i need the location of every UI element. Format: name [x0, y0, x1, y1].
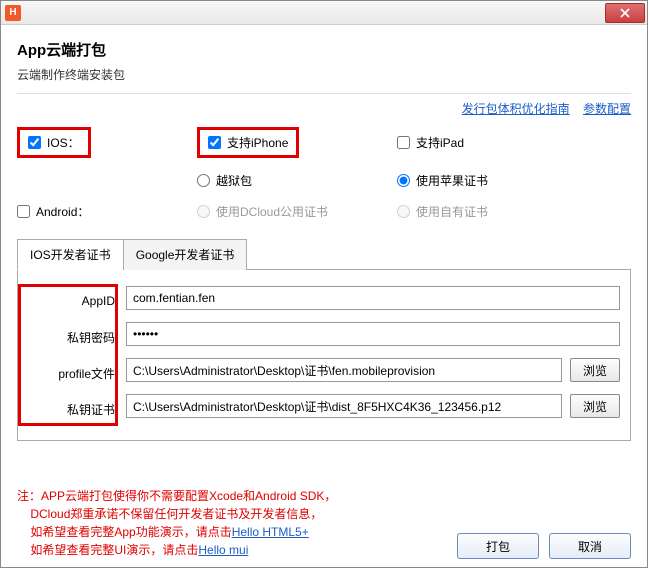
note-line4a: 如希望查看完整UI演示，请点击 [30, 543, 198, 557]
tab-ios-cert[interactable]: IOS开发者证书 [17, 239, 124, 270]
link-hello-html5[interactable]: Hello HTML5+ [232, 525, 309, 539]
note-prefix: 注： [17, 489, 41, 503]
android-checkbox[interactable] [17, 205, 30, 218]
link-hello-mui[interactable]: Hello mui [198, 543, 248, 557]
page-subtitle: 云端制作终端安装包 [17, 66, 631, 83]
cert-browse-button[interactable]: 浏览 [570, 394, 620, 418]
ios-label: IOS： [47, 134, 80, 151]
note-line3a: 如希望查看完整App功能演示，请点击 [30, 525, 231, 539]
note-line1: APP云端打包使得你不需要配置Xcode和Android SDK， [41, 489, 336, 503]
ios-checkbox[interactable] [28, 136, 41, 149]
titlebar: H [1, 1, 647, 25]
android-label: Android： [36, 203, 89, 220]
apple-cert-label: 使用苹果证书 [416, 172, 488, 189]
close-button[interactable] [605, 3, 645, 23]
iphone-checkbox-highlight: 支持iPhone [197, 127, 299, 158]
appid-label: AppID [82, 294, 115, 308]
jailbreak-radio[interactable] [197, 174, 210, 187]
support-ipad-label: 支持iPad [416, 134, 464, 151]
appid-input[interactable] [126, 286, 620, 310]
app-icon: H [5, 5, 21, 21]
cert-label: 私钥证书 [67, 401, 115, 418]
profile-browse-button[interactable]: 浏览 [570, 358, 620, 382]
cancel-button[interactable]: 取消 [549, 533, 631, 559]
dcloud-cert-radio [197, 205, 210, 218]
link-size-guide[interactable]: 发行包体积优化指南 [462, 102, 570, 116]
ios-checkbox-highlight: IOS： [17, 127, 91, 158]
tab-google-cert[interactable]: Google开发者证书 [123, 239, 248, 270]
pwd-input[interactable] [126, 322, 620, 346]
support-iphone-checkbox[interactable] [208, 136, 221, 149]
link-param-config[interactable]: 参数配置 [583, 102, 631, 116]
own-cert-radio [397, 205, 410, 218]
top-links: 发行包体积优化指南 参数配置 [17, 100, 631, 117]
divider [17, 93, 631, 94]
support-ipad-checkbox[interactable] [397, 136, 410, 149]
tab-panel-ios: AppID 私钥密码 profile文件 私钥证书 浏览 [17, 270, 631, 441]
options-grid: IOS： 支持iPhone 支持iPad 越狱包 使用苹果证书 [17, 127, 631, 220]
cert-input[interactable] [126, 394, 562, 418]
footer-note: 注：APP云端打包使得你不需要配置Xcode和Android SDK， DClo… [17, 487, 336, 559]
page-title: App云端打包 [17, 39, 631, 60]
tabs: IOS开发者证书 Google开发者证书 [17, 238, 631, 270]
note-line2: DCloud郑重承诺不保留任何开发者证书及开发者信息， [30, 507, 322, 521]
profile-input[interactable] [126, 358, 562, 382]
form-labels-highlight: AppID 私钥密码 profile文件 私钥证书 [18, 284, 118, 426]
jailbreak-label: 越狱包 [216, 172, 252, 189]
dcloud-cert-label: 使用DCloud公用证书 [216, 203, 328, 220]
pack-button[interactable]: 打包 [457, 533, 539, 559]
close-icon [620, 8, 630, 18]
pwd-label: 私钥密码 [67, 329, 115, 346]
footer: 注：APP云端打包使得你不需要配置Xcode和Android SDK， DClo… [1, 487, 647, 559]
own-cert-label: 使用自有证书 [416, 203, 488, 220]
apple-cert-radio[interactable] [397, 174, 410, 187]
profile-label: profile文件 [58, 365, 115, 382]
support-iphone-label: 支持iPhone [227, 134, 288, 151]
